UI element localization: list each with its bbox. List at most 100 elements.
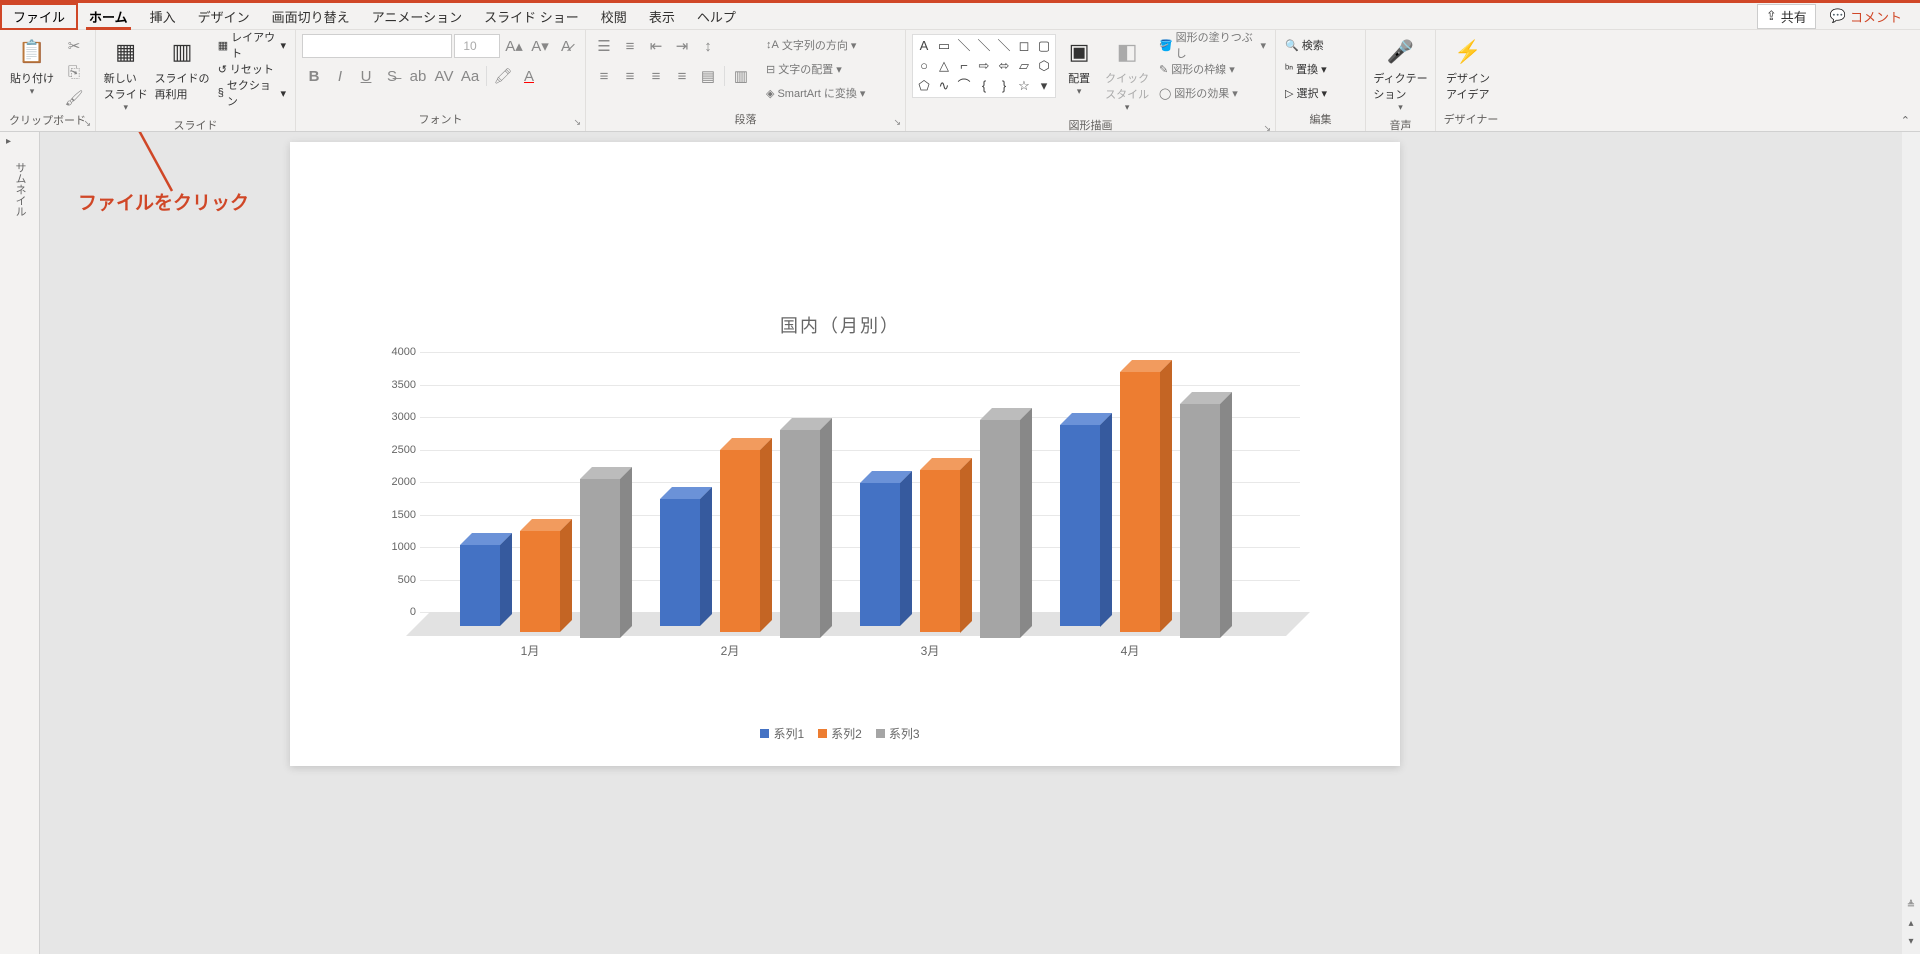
slide-canvas[interactable]: ファイルをクリック 国内（月別） 05001000150020002500300… [40, 132, 1920, 954]
shape-effects-button[interactable]: ◯図形の効果 ▾ [1156, 82, 1269, 104]
vertical-scrollbar[interactable]: ≜ ▴ ▾ [1902, 132, 1920, 954]
thumbnail-label: サムネイル [12, 162, 28, 217]
smartart-icon: ◈ [766, 87, 774, 100]
chart: 国内（月別） 050010001500200025003000350040001… [360, 312, 1320, 742]
paragraph-launcher-icon[interactable]: ↘ [893, 117, 901, 128]
comment-button[interactable]: 💬コメント [1822, 5, 1910, 28]
layout-button[interactable]: ▦レイアウト ▾ [215, 34, 289, 56]
arrange-icon: ▣ [1063, 36, 1095, 68]
design-ideas-icon: ⚡ [1452, 36, 1484, 68]
text-direction-button[interactable]: ↕A文字列の方向 ▾ [763, 34, 868, 56]
thumbnail-flyout-button[interactable]: ▸ [6, 136, 11, 147]
ribbon-tabs: ファイル ホーム 挿入 デザイン 画面切り替え アニメーション スライド ショー… [0, 3, 1920, 30]
grow-font-button[interactable]: A▴ [502, 34, 526, 58]
align-left-button[interactable]: ≡ [592, 64, 616, 88]
tab-slideshow[interactable]: スライド ショー [473, 3, 590, 30]
group-slides: ▦ 新しい スライド▾ ▥ スライドの 再利用 ▦レイアウト ▾ ↺リセット §… [96, 30, 296, 131]
tab-review[interactable]: 校閲 [590, 3, 638, 30]
legend-item: 系列1 [760, 725, 804, 742]
fill-icon: 🪣 [1159, 39, 1173, 52]
font-launcher-icon[interactable]: ↘ [573, 117, 581, 128]
indent-inc-button[interactable]: ⇥ [670, 34, 694, 58]
change-case-button[interactable]: Aa [458, 64, 482, 88]
paste-button[interactable]: 📋 貼り付け▾ [6, 34, 58, 99]
line-spacing-button[interactable]: ↕ [696, 34, 720, 58]
reuse-slides-button[interactable]: ▥ スライドの 再利用 [153, 34, 210, 104]
x-axis-label: 4月 [1121, 642, 1140, 659]
quick-styles-icon: ◧ [1111, 36, 1143, 68]
format-painter-button[interactable]: 🖌 [62, 86, 86, 110]
select-icon: ▷ [1285, 87, 1293, 100]
font-color-button[interactable]: A [517, 64, 541, 88]
share-icon: ⇪ [1766, 8, 1777, 24]
italic-button[interactable]: I [328, 64, 352, 88]
group-clipboard: 📋 貼り付け▾ ✂ ⎘ 🖌 クリップボード↘ [0, 30, 96, 131]
underline-button[interactable]: U [354, 64, 378, 88]
dictate-button[interactable]: 🎤 ディクテー ション▾ [1372, 34, 1429, 115]
tab-transitions[interactable]: 画面切り替え [261, 3, 361, 30]
shrink-font-button[interactable]: A▾ [528, 34, 552, 58]
group-font: A▴ A▾ A̷ B I U S̶ ab AV Aa 🖍 A フォント↘ [296, 30, 586, 131]
quick-styles-button[interactable]: ◧ クイック スタイル▾ [1102, 34, 1152, 115]
replace-icon: ᵇⁿ [1285, 63, 1293, 75]
distribute-button[interactable]: ▤ [696, 64, 720, 88]
replace-button[interactable]: ᵇⁿ置換 ▾ [1282, 58, 1330, 80]
cut-button[interactable]: ✂ [62, 34, 86, 58]
copy-button[interactable]: ⎘ [62, 60, 86, 84]
reuse-slides-icon: ▥ [166, 36, 198, 68]
bullets-button[interactable]: ☰ [592, 34, 616, 58]
tab-help[interactable]: ヘルプ [686, 3, 747, 30]
justify-button[interactable]: ≡ [670, 64, 694, 88]
align-text-icon: ⊟ [766, 63, 775, 76]
chart-legend: 系列1系列2系列3 [360, 725, 1320, 742]
shape-fill-button[interactable]: 🪣図形の塗りつぶし ▾ [1156, 34, 1269, 56]
scroll-up-button[interactable]: ≜ [1902, 900, 1920, 918]
clipboard-launcher-icon[interactable]: ↘ [83, 118, 91, 129]
chart-plot: 050010001500200025003000350040001月2月3月4月 [420, 352, 1300, 652]
strike-button[interactable]: S̶ [380, 64, 404, 88]
spacing-button[interactable]: AV [432, 64, 456, 88]
bold-button[interactable]: B [302, 64, 326, 88]
align-right-button[interactable]: ≡ [644, 64, 668, 88]
find-button[interactable]: 🔍検索 [1282, 34, 1330, 56]
group-designer: ⚡ デザイン アイデア デザイナー [1436, 30, 1506, 131]
x-axis-label: 2月 [721, 642, 740, 659]
shape-outline-button[interactable]: ✎図形の枠線 ▾ [1156, 58, 1269, 80]
group-editing: 🔍検索 ᵇⁿ置換 ▾ ▷選択 ▾ 編集 [1276, 30, 1366, 131]
share-button[interactable]: ⇪共有 [1757, 4, 1816, 29]
numbering-button[interactable]: ≡ [618, 34, 642, 58]
arrange-button[interactable]: ▣ 配置▾ [1060, 34, 1098, 99]
slide[interactable]: 国内（月別） 050010001500200025003000350040001… [290, 142, 1400, 766]
section-icon: § [218, 87, 224, 99]
annotation-arrow [62, 132, 182, 196]
tab-view[interactable]: 表示 [638, 3, 686, 30]
workspace: ▸ サムネイル ファイルをクリック 国内（月別） 050010001500200… [0, 132, 1920, 954]
annotation-text: ファイルをクリック [78, 188, 249, 215]
columns-button[interactable]: ▥ [729, 64, 753, 88]
font-size-combo[interactable] [454, 34, 500, 58]
convert-smartart-button[interactable]: ◈SmartArt に変換 ▾ [763, 82, 868, 104]
text-direction-icon: ↕A [766, 39, 779, 51]
clear-format-button[interactable]: A̷ [554, 34, 578, 58]
section-button[interactable]: §セクション ▾ [215, 82, 289, 104]
ribbon: 📋 貼り付け▾ ✂ ⎘ 🖌 クリップボード↘ ▦ 新しい スライド▾ ▥ スライ… [0, 30, 1920, 132]
legend-item: 系列3 [876, 725, 920, 742]
select-button[interactable]: ▷選択 ▾ [1282, 82, 1330, 104]
new-slide-button[interactable]: ▦ 新しい スライド▾ [102, 34, 149, 115]
align-center-button[interactable]: ≡ [618, 64, 642, 88]
tab-animations[interactable]: アニメーション [361, 3, 473, 30]
indent-dec-button[interactable]: ⇤ [644, 34, 668, 58]
tab-design[interactable]: デザイン [187, 3, 261, 30]
scroll-next-button[interactable]: ▾ [1902, 936, 1920, 954]
align-text-button[interactable]: ⊟文字の配置 ▾ [763, 58, 868, 80]
tab-insert[interactable]: 挿入 [139, 3, 187, 30]
shadow-button[interactable]: ab [406, 64, 430, 88]
design-ideas-button[interactable]: ⚡ デザイン アイデア [1442, 34, 1494, 104]
collapse-ribbon-button[interactable]: ⌃ [1891, 114, 1920, 131]
scroll-prev-button[interactable]: ▴ [1902, 918, 1920, 936]
highlight-button[interactable]: 🖍 [491, 64, 515, 88]
tab-file[interactable]: ファイル [0, 3, 78, 30]
shapes-gallery[interactable]: A▭＼＼＼◻▢ ○△⌐⇨⬄▱⬡ ⬠∿⌒{}☆▾ [912, 34, 1056, 98]
tab-home[interactable]: ホーム [78, 3, 139, 30]
font-family-combo[interactable] [302, 34, 452, 58]
